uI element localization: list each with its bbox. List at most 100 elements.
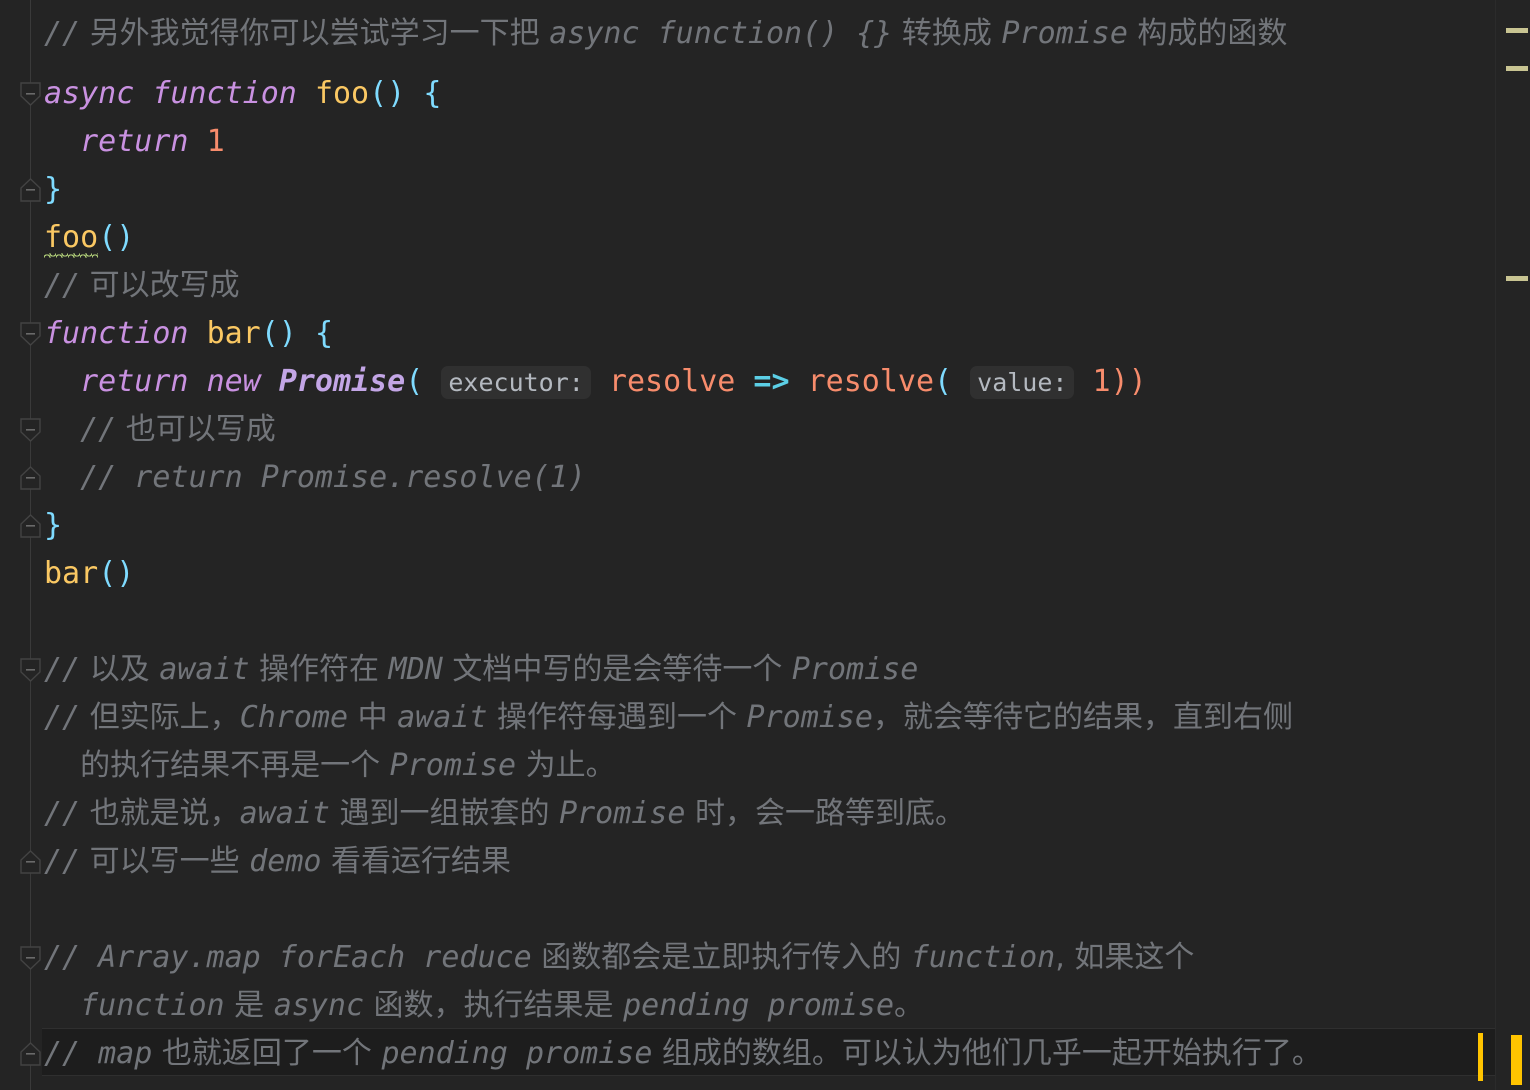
token-comment-code: Chrome (239, 700, 349, 735)
code-line-22[interactable]: // map 也就返回了一个 pending promise 组成的数组。可以认… (0, 1030, 1495, 1078)
fold-marker-line-2[interactable] (20, 82, 41, 106)
token-comment-slash: // (44, 796, 81, 831)
token-keyword-function: function (44, 316, 189, 351)
scrollbar-marker-2[interactable] (1506, 66, 1528, 71)
token-comment-code: map (80, 1036, 153, 1071)
code-line-11[interactable]: } (0, 502, 1495, 550)
token-comment-code: await (159, 652, 250, 687)
code-line-13[interactable] (0, 598, 1495, 646)
token-comment-slash: // (44, 700, 81, 735)
code-line-4[interactable]: } (0, 166, 1495, 214)
fold-marker-line-9[interactable] (20, 418, 41, 442)
token-comment-cjk: 可以改写成 (80, 268, 240, 303)
token-brace-close: } (44, 508, 63, 543)
token-comment-cjk: 操作符在 (249, 652, 389, 687)
fold-marker-line-4[interactable] (20, 178, 41, 202)
token-comment-code: Promise (791, 652, 919, 687)
token-number: 1 (1092, 364, 1111, 399)
token-comment-code: function (910, 940, 1056, 975)
token-comment-code: Array.map forEach reduce (80, 940, 532, 975)
code-editor[interactable]: // 另外我觉得你可以尝试学习一下把 async function() {} 转… (0, 0, 1530, 1090)
code-line-20[interactable]: // Array.map forEach reduce 函数都会是立即执行传入的… (0, 934, 1495, 982)
token-keyword-return: return (80, 364, 189, 399)
code-line-16[interactable]: 的执行结果不再是一个 Promise 为止。 (0, 742, 1495, 790)
token-function-name-bar: bar (206, 316, 261, 351)
folding-gutter[interactable] (0, 0, 42, 1090)
token-comment-cjk: , 如果这个 (1055, 940, 1195, 975)
token-comment-code: MDN (388, 652, 443, 687)
token-number: 1 (206, 124, 225, 159)
token-comment-slash: // (44, 940, 81, 975)
scrollbar-marker-strip[interactable] (1495, 0, 1530, 1090)
token-class-promise: Promise (278, 364, 406, 399)
token-comment-code: pending promise (381, 1036, 653, 1071)
code-line-6[interactable]: // 可以改写成 (0, 262, 1495, 310)
code-line-15[interactable]: // 但实际上，Chrome 中 await 操作符每遇到一个 Promise，… (0, 694, 1495, 742)
code-surface[interactable]: // 另外我觉得你可以尝试学习一下把 async function() {} 转… (0, 0, 1495, 1090)
code-line-3[interactable]: return 1 (0, 118, 1495, 166)
token-comment-code: Promise (559, 796, 686, 831)
token-comment-cjk: 也就返回了一个 (152, 1036, 382, 1071)
fold-marker-line-14[interactable] (20, 658, 41, 682)
token-comment-cjk: 另外我觉得你可以尝试学习一下把 (80, 16, 550, 51)
token-comment-slash: // (44, 16, 81, 51)
text-caret (1478, 1033, 1483, 1081)
fold-marker-line-10[interactable] (20, 466, 41, 490)
token-comment-cjk: 也就是说， (80, 796, 240, 831)
code-line-19[interactable] (0, 886, 1495, 934)
token-comment-cjk: 看看运行结果 (321, 844, 511, 879)
code-line-1[interactable]: // 另外我觉得你可以尝试学习一下把 async function() {} 转… (0, 10, 1495, 58)
code-line-17[interactable]: // 也就是说，await 遇到一组嵌套的 Promise 时，会一路等到底。 (0, 790, 1495, 838)
code-line-9[interactable]: // 也可以写成 (0, 406, 1495, 454)
token-parens: () (369, 76, 406, 111)
code-line-7[interactable]: function bar() { (0, 310, 1495, 358)
code-line-21[interactable]: function 是 async 函数，执行结果是 pending promis… (0, 982, 1495, 1030)
fold-rail-line (30, 0, 31, 1090)
token-paren-open: ( (934, 364, 953, 399)
token-paren-open: ( (405, 364, 424, 399)
token-function-name-foo: foo (314, 76, 370, 111)
fold-marker-line-11[interactable] (20, 514, 41, 538)
token-comment-code: pending promise (623, 988, 895, 1023)
token-comment-slash: // (44, 268, 81, 303)
token-comment-code: Promise (1001, 16, 1128, 51)
token-comment-cjk: 也可以写成 (116, 412, 276, 447)
code-line-8[interactable]: return new Promise( executor: resolve =>… (0, 358, 1495, 406)
code-line-14[interactable]: // 以及 await 操作符在 MDN 文档中写的是会等待一个 Promise (0, 646, 1495, 694)
token-comment-code: await (239, 796, 330, 831)
token-parens-close: )) (1110, 364, 1147, 399)
scrollbar-caret-marker[interactable] (1511, 1035, 1522, 1085)
token-comment-cjk: ，就会等待它的结果，直到右侧 (872, 700, 1293, 735)
fold-marker-line-18[interactable] (20, 850, 41, 874)
token-param-resolve: resolve (608, 364, 736, 399)
token-function-call-bar: bar (44, 556, 99, 591)
token-comment-cjk: 可以写一些 (80, 844, 250, 879)
code-line-5[interactable]: foo() (0, 214, 1495, 262)
token-comment-cjk: 组成的数组。可以认为他们几乎一起开始执行了。 (652, 1036, 1322, 1071)
token-keyword-function: function (152, 76, 297, 111)
code-line-2[interactable]: async function foo() { (0, 70, 1495, 118)
token-comment-cjk: 为止。 (516, 748, 616, 783)
token-comment-cjk: 中 (348, 700, 398, 735)
inlay-hint-value[interactable]: value: (970, 366, 1075, 399)
code-line-10[interactable]: // return Promise.resolve(1) (0, 454, 1495, 502)
fold-marker-line-22[interactable] (20, 1042, 41, 1066)
token-comment-cjk: 函数，执行结果是 (364, 988, 624, 1023)
code-line-12[interactable]: bar() (0, 550, 1495, 598)
fold-marker-line-20[interactable] (20, 946, 41, 970)
token-comment-cjk: 但实际上， (80, 700, 240, 735)
token-arrow: => (753, 364, 790, 399)
token-comment-slash: // (44, 844, 81, 879)
scrollbar-marker-3[interactable] (1506, 276, 1528, 281)
scrollbar-marker-1[interactable] (1506, 28, 1528, 33)
inlay-hint-executor[interactable]: executor: (441, 366, 591, 399)
code-line-18[interactable]: // 可以写一些 demo 看看运行结果 (0, 838, 1495, 886)
fold-marker-line-7[interactable] (20, 322, 41, 346)
